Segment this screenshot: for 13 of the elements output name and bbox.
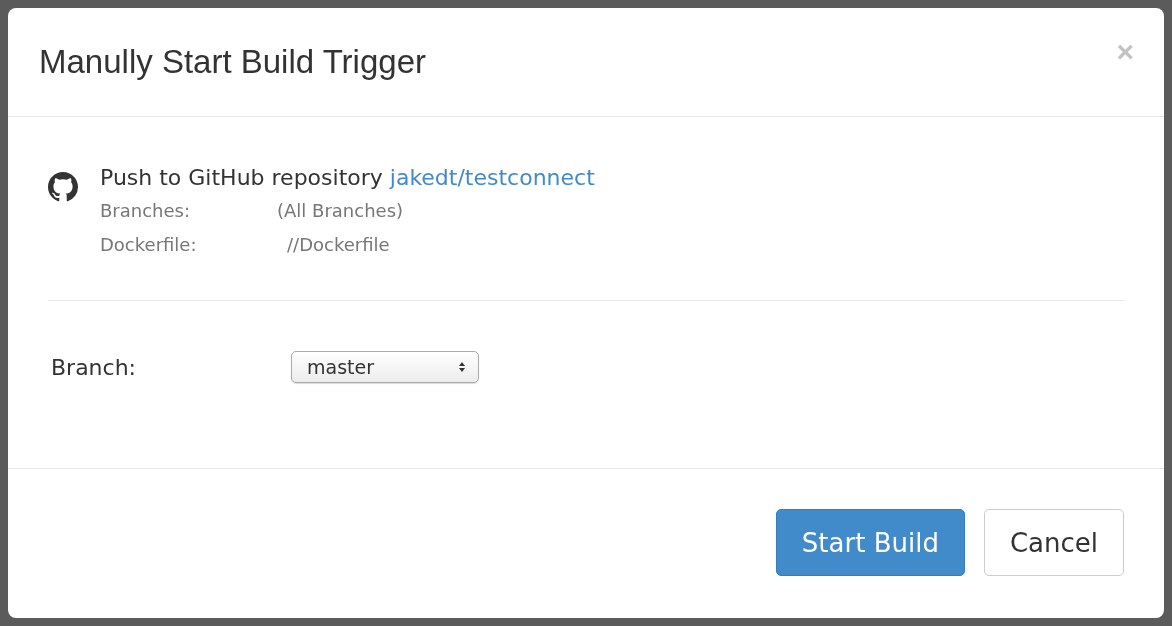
trigger-description: Push to GitHub repository — [100, 165, 383, 190]
detail-label: Branches: — [100, 199, 191, 223]
branch-select[interactable]: master — [291, 351, 479, 383]
branch-label: Branch: — [50, 354, 137, 380]
github-icon — [48, 172, 78, 202]
start-build-button[interactable]: Start Build — [775, 509, 965, 576]
up-down-arrows-icon — [458, 361, 466, 373]
detail-label: Dockerfile: — [100, 233, 198, 257]
repository-link[interactable]: jakedt/testconnect — [389, 165, 595, 190]
dialog-title: Manully Start Build Trigger — [39, 43, 426, 81]
detail-value: (All Branches) — [277, 199, 405, 223]
cancel-button[interactable]: Cancel — [983, 509, 1124, 576]
detail-value: //Dockerfile — [286, 233, 391, 257]
